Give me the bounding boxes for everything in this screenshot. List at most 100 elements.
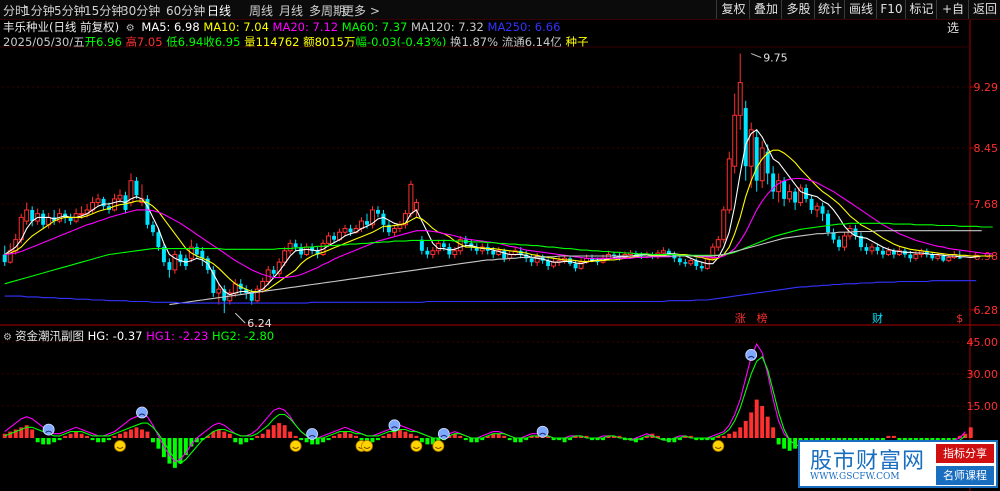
chart-canvas[interactable]: 9.298.457.686.986.289.756.24 涨榜财 $45.0030.…: [0, 0, 1000, 491]
ind-bar: [749, 412, 754, 438]
ind-bar: [469, 438, 474, 443]
candle-body: [793, 191, 798, 203]
candle-body: [507, 254, 513, 259]
candle-body: [842, 235, 847, 248]
smile-signal-icon: [410, 440, 423, 452]
candle-body: [452, 250, 458, 256]
cry-signal-icon: [136, 406, 148, 419]
candle-body: [216, 288, 222, 294]
ind-bar: [771, 427, 776, 438]
ind-bar: [397, 429, 402, 438]
candle-body: [249, 293, 254, 301]
ind-bar: [458, 435, 463, 438]
ind-bar: [299, 438, 304, 441]
candle-body: [342, 228, 348, 233]
candle-body: [161, 247, 166, 263]
ind-bar: [743, 420, 748, 438]
candle-body: [820, 206, 825, 214]
ind-bar: [886, 435, 891, 438]
ind-bar: [150, 438, 155, 443]
candle-body: [491, 250, 496, 255]
ind-axis-label-0: 45.00: [967, 336, 999, 349]
event-marker-3: $: [956, 312, 963, 325]
candle-body: [413, 202, 419, 211]
candle-body: [447, 247, 452, 255]
price-axis-label-2: 7.68: [974, 198, 999, 211]
candle-body: [913, 254, 919, 259]
ind-bar: [260, 433, 265, 438]
ma-line-ma10: [4, 149, 993, 293]
candle-body: [41, 213, 46, 225]
ind-bar: [123, 431, 128, 438]
candle-body: [441, 243, 446, 248]
ind-bar: [57, 438, 62, 441]
candle-body: [332, 235, 337, 240]
smile-signal-icon: [432, 440, 445, 452]
ind-bar: [760, 406, 765, 438]
candle-body: [908, 254, 913, 259]
candle-body: [880, 250, 885, 255]
candle-body: [726, 158, 732, 211]
ind-bar: [463, 438, 468, 441]
ind-bar: [216, 429, 221, 438]
ind-bar: [765, 416, 770, 438]
extreme-pointer-0: [751, 53, 762, 59]
ind-bar: [375, 438, 380, 441]
candle-body: [117, 194, 123, 200]
candle-body: [271, 269, 276, 274]
ind-bar: [304, 438, 309, 443]
ind-axis-label-2: 15.00: [967, 400, 999, 413]
ind-bar: [732, 431, 737, 438]
candle-body: [875, 247, 880, 251]
ind-bar: [134, 427, 139, 438]
cry-signal-icon: [745, 349, 758, 361]
candle-body: [419, 239, 424, 251]
ind-bar: [222, 431, 227, 438]
cry-signal-icon: [388, 419, 401, 432]
ind-axis-label-1: 30.00: [967, 368, 999, 381]
ind-bar: [321, 438, 326, 443]
candle-body: [30, 209, 35, 222]
ind-bar: [315, 438, 320, 445]
ind-bar: [776, 438, 781, 445]
candle-body: [425, 250, 430, 255]
candle-body: [715, 239, 721, 248]
ind-bar: [392, 431, 397, 438]
ind-bar: [502, 435, 507, 438]
smile-signal-icon: [712, 440, 725, 452]
ma-line-ma250: [4, 280, 977, 304]
ind-bar: [277, 423, 282, 438]
candle-body: [375, 209, 380, 214]
ind-bar: [35, 438, 40, 443]
ind-bar: [107, 438, 112, 441]
candle-body: [677, 258, 682, 263]
candle-body: [95, 198, 101, 204]
ind-bar: [145, 431, 150, 438]
candle-body: [809, 198, 814, 210]
ind-bar: [63, 435, 68, 438]
ind-bar: [101, 438, 106, 443]
price-axis-label-1: 8.45: [974, 142, 999, 155]
ind-bar: [68, 433, 73, 438]
extreme-pointer-1: [234, 312, 246, 324]
candle-body: [304, 246, 310, 256]
candle-body: [957, 257, 962, 259]
ind-bar: [79, 433, 84, 438]
ind-bar: [233, 438, 238, 443]
candle-body: [782, 180, 787, 199]
ind-bar: [96, 438, 101, 443]
candle-body: [408, 183, 414, 215]
candle-body: [287, 242, 293, 252]
candle-body: [150, 224, 155, 233]
ind-bar: [244, 438, 249, 443]
ind-bar: [74, 431, 79, 438]
candle-body: [573, 263, 578, 269]
event-marker-2: 财: [872, 311, 883, 325]
candle-body: [282, 250, 288, 263]
ind-bar: [381, 435, 386, 438]
ind-bar: [255, 435, 260, 438]
cry-signal-icon: [306, 428, 319, 440]
ind-bar: [129, 429, 133, 438]
ind-bar: [288, 431, 293, 438]
candle-body: [826, 213, 831, 233]
